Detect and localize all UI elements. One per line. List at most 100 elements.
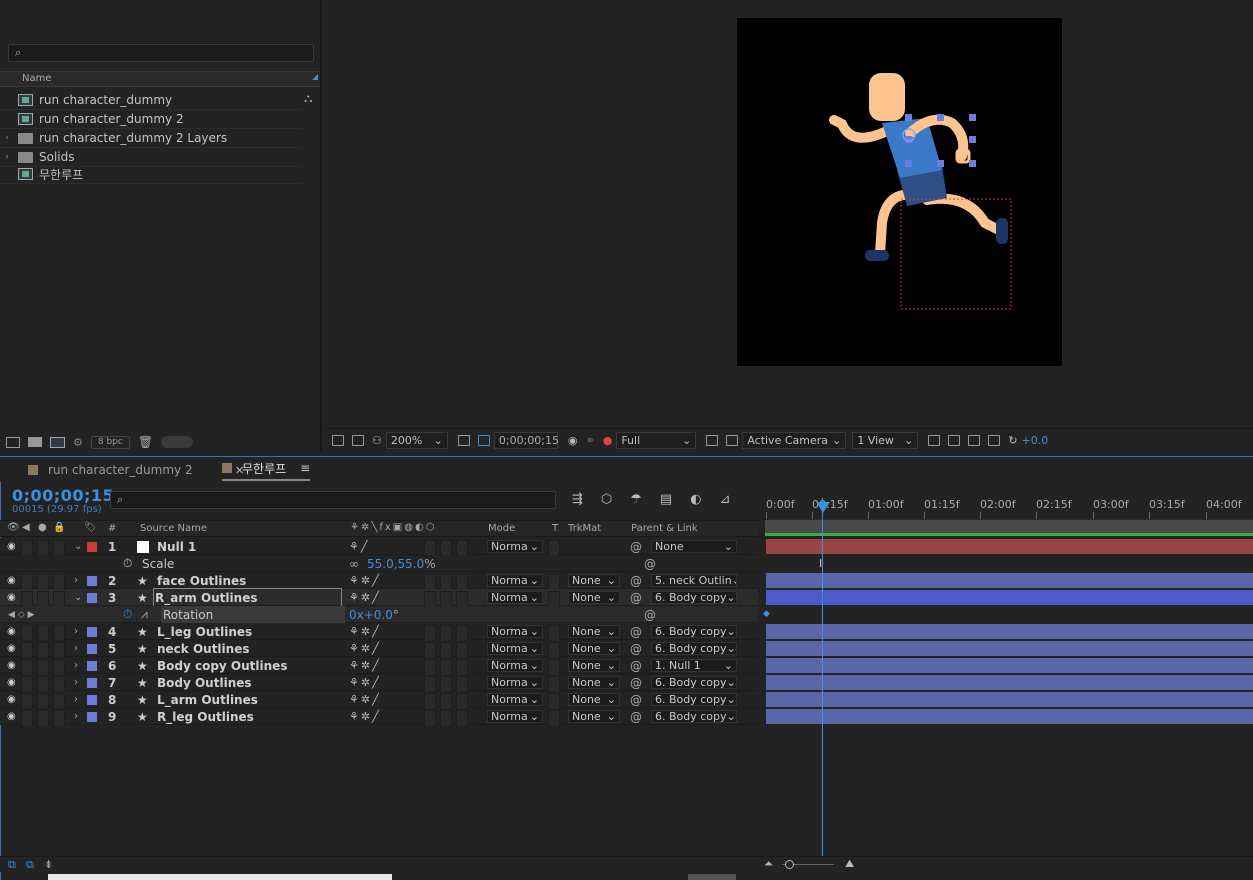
trkmat-dropdown[interactable]: None ⌄	[568, 708, 620, 725]
keyframe-nav-icon[interactable]: ◀ ◇ ▶	[8, 606, 35, 623]
pickwhip-icon[interactable]: @	[630, 691, 642, 708]
motion-blur-icon[interactable]: ◐	[690, 492, 701, 507]
layer-track-bar[interactable]	[766, 641, 1253, 656]
mode-dropdown[interactable]: Norma ⌄	[487, 640, 543, 657]
layer-track-bar[interactable]	[766, 709, 1253, 724]
switch-cell[interactable]	[440, 710, 452, 727]
timeline-search-input[interactable]: ⌕	[110, 491, 556, 509]
mode-dropdown[interactable]: Norma ⌄	[487, 674, 543, 691]
mode-dropdown[interactable]: Norma ⌄	[487, 657, 543, 674]
trash-icon[interactable]: 🗑	[138, 435, 153, 449]
trkmat-dropdown[interactable]: None ⌄	[568, 623, 620, 640]
pickwhip-icon[interactable]: @	[630, 589, 642, 606]
zoom-slider-thumb[interactable]	[785, 860, 794, 869]
layer-row[interactable]: ◉ › 8 ★ L_arm Outlines ⚘✲╱ Norma ⌄ None ⌄ @6. Body…	[0, 691, 758, 710]
chevron-icon[interactable]: ›	[74, 691, 78, 708]
label-color[interactable]	[87, 538, 97, 555]
layer-name[interactable]: Body copy Outlines	[157, 657, 287, 674]
constrain-proportions-icon[interactable]: ∞	[349, 555, 359, 572]
layer-switches[interactable]: ⚘✲╱	[349, 640, 381, 657]
parent-dropdown[interactable]: 6. Body copy ⌄	[651, 708, 737, 725]
layer-switches[interactable]: ⚘╱	[349, 538, 369, 555]
pickwhip-icon[interactable]: @	[630, 657, 642, 674]
eye-icon[interactable]: ◉	[7, 538, 16, 555]
parent-dropdown[interactable]: 6. Body copy ⌄	[651, 691, 737, 708]
eye-icon[interactable]: ◉	[7, 572, 16, 589]
layer-name[interactable]: L_leg Outlines	[157, 623, 252, 640]
menu-icon[interactable]: ≡	[300, 461, 310, 475]
stopwatch-icon[interactable]: ⏱	[123, 606, 132, 623]
layer-track-bar[interactable]	[766, 539, 1253, 554]
transparency-grid-icon[interactable]	[726, 435, 739, 446]
layer-switches[interactable]: ⚘✲╱	[349, 674, 381, 691]
mode-dropdown[interactable]: Norma ⌄	[487, 691, 543, 708]
pickwhip-icon[interactable]: @	[630, 708, 642, 725]
layer-track-bar[interactable]	[766, 590, 1253, 605]
label-color[interactable]	[87, 572, 97, 589]
mode-dropdown[interactable]: Norma ⌄	[487, 708, 543, 725]
parent-dropdown[interactable]: 6. Body copy ⌄	[651, 640, 737, 657]
pickwhip-icon[interactable]: @	[630, 572, 642, 589]
solo-toggle[interactable]	[37, 710, 49, 727]
mode-dropdown[interactable]: Norma ⌄	[487, 589, 543, 606]
label-color[interactable]	[87, 589, 97, 606]
chevron-icon[interactable]: ⌄	[74, 589, 82, 606]
stopwatch-icon[interactable]: ⏱	[123, 555, 132, 572]
label-color[interactable]	[87, 674, 97, 691]
fast-preview-icon[interactable]	[706, 435, 719, 446]
layer-name[interactable]: neck Outlines	[157, 640, 249, 657]
parent-dropdown[interactable]: None ⌄	[651, 538, 737, 555]
project-column-header[interactable]: Name	[0, 71, 320, 87]
chevron-icon[interactable]: ›	[74, 674, 78, 691]
pickwhip-icon[interactable]: @	[630, 640, 642, 657]
parent-dropdown[interactable]: 5. neck Outlin⌄	[651, 572, 737, 589]
layer-row[interactable]: ◉ › 7 ★ Body Outlines ⚘✲╱ Norma ⌄ None ⌄ @6. Body …	[0, 674, 758, 693]
label-color[interactable]	[87, 657, 97, 674]
parent-dropdown[interactable]: 1. Null 1 ⌄	[651, 657, 737, 674]
eye-icon[interactable]: ◉	[7, 640, 16, 657]
toggle-switches-icon[interactable]: ⧉	[8, 858, 16, 872]
col-parent[interactable]: Parent & Link	[631, 523, 698, 534]
timeline-icon[interactable]	[968, 435, 981, 446]
flowchart-icon[interactable]: ⛬	[304, 91, 312, 106]
resolution-dropdown[interactable]: Full ⌄	[616, 432, 697, 449]
frame-blending-icon[interactable]: ▤	[660, 492, 672, 507]
layer-track-bar[interactable]	[766, 573, 1253, 588]
zoom-dropdown[interactable]: 200% ⌄	[385, 432, 448, 449]
horizontal-scrollbar[interactable]	[48, 874, 392, 880]
camera-dropdown[interactable]: Active Camera ⌄	[742, 432, 847, 449]
toggle-modes-icon[interactable]: ⧉	[26, 858, 34, 872]
chevron-icon[interactable]: ›	[74, 657, 78, 674]
fast-draft-icon[interactable]	[948, 435, 961, 446]
layer-name[interactable]: R_arm Outlines	[153, 588, 342, 607]
project-item[interactable]: › run character_dummy 2 Layers	[0, 129, 302, 148]
chevron-icon[interactable]: ⌄	[74, 538, 82, 555]
mode-dropdown[interactable]: Norma ⌄	[487, 538, 543, 555]
views-dropdown[interactable]: 1 View ⌄	[852, 432, 919, 449]
interpret-footage-icon[interactable]	[6, 436, 20, 448]
property-row[interactable]: ⏱ Scale ∞ 55.0,55.0% @	[0, 555, 758, 572]
channel-icon[interactable]: ●	[603, 434, 613, 447]
tab-muhanrupeu[interactable]: 무한루프 ≡	[222, 457, 311, 481]
parent-dropdown[interactable]: 6. Body copy ⌄	[651, 623, 737, 640]
zoom-in-icon[interactable]: ⛰	[845, 857, 854, 871]
trkmat-dropdown[interactable]: None ⌄	[568, 640, 620, 657]
parent-dropdown[interactable]: 6. Body copy ⌄	[651, 674, 737, 691]
new-folder-icon[interactable]	[28, 437, 42, 447]
layer-name[interactable]: Body Outlines	[157, 674, 252, 691]
pickwhip-icon[interactable]: @	[644, 606, 656, 623]
layer-name[interactable]: R_leg Outlines	[157, 708, 254, 725]
parent-dropdown[interactable]: 6. Body copy ⌄	[651, 589, 737, 606]
layer-name[interactable]: face Outlines	[157, 572, 246, 589]
eye-icon[interactable]: ◉	[7, 623, 16, 640]
null-bounding-box[interactable]	[900, 198, 1012, 310]
lock-toggle[interactable]	[53, 710, 65, 727]
trkmat-dropdown[interactable]: None ⌄	[568, 674, 620, 691]
eye-icon[interactable]: ◉	[7, 691, 16, 708]
layer-row[interactable]: ◉ › 5 ★ neck Outlines ⚘✲╱ Norma ⌄ None ⌄ @6. Body …	[0, 640, 758, 659]
pickwhip-icon[interactable]: @	[630, 674, 642, 691]
graph-icon[interactable]: ⩘	[141, 606, 148, 623]
layer-switches[interactable]: ⚘✲╱	[349, 623, 381, 640]
expand-arrow-icon[interactable]: ›	[0, 152, 14, 162]
zoom-out-icon[interactable]: ⏶	[764, 857, 773, 871]
